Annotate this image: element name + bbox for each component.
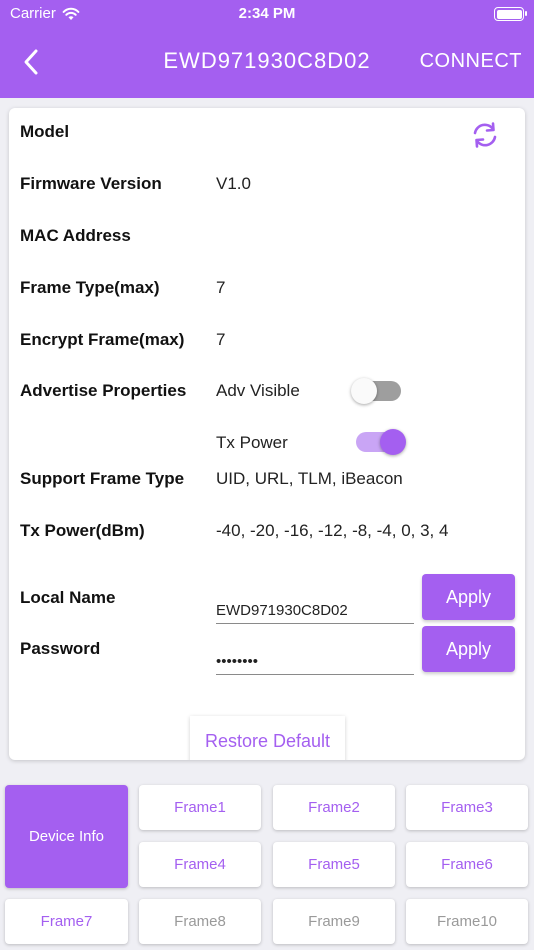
device-info-card: Model Firmware Version V1.0 MAC Address … <box>9 108 525 760</box>
tab-frame1[interactable]: Frame1 <box>139 785 261 830</box>
tab-frame6[interactable]: Frame6 <box>406 842 528 887</box>
support-frame-type-value: UID, URL, TLM, iBeacon <box>216 469 403 488</box>
refresh-icon[interactable] <box>471 122 499 148</box>
frame-type-value: 7 <box>216 278 226 297</box>
status-bar: Carrier 2:34 PM <box>0 0 534 28</box>
password-label: Password <box>20 639 101 658</box>
connect-button[interactable]: CONNECT <box>420 50 522 73</box>
local-name-input[interactable] <box>216 590 414 624</box>
device-title: EWD971930C8D02 <box>163 48 371 73</box>
encrypt-frame-label: Encrypt Frame(max) <box>20 330 185 349</box>
apply-password-button[interactable]: Apply <box>422 626 515 672</box>
firmware-label: Firmware Version <box>20 174 162 193</box>
adv-visible-toggle[interactable] <box>351 378 401 404</box>
mac-address-label: MAC Address <box>20 226 131 245</box>
tab-frame5[interactable]: Frame5 <box>273 842 395 887</box>
tab-frame2[interactable]: Frame2 <box>273 785 395 830</box>
encrypt-frame-value: 7 <box>216 330 226 349</box>
password-input[interactable] <box>216 641 414 675</box>
tab-frame9[interactable]: Frame9 <box>273 899 395 944</box>
tab-frame3[interactable]: Frame3 <box>406 785 528 830</box>
tab-frame10[interactable]: Frame10 <box>406 899 528 944</box>
tx-power-dbm-label: Tx Power(dBm) <box>20 521 145 540</box>
support-frame-type-label: Support Frame Type <box>20 469 185 488</box>
local-name-label: Local Name <box>20 588 116 607</box>
tx-power-toggle-label: Tx Power <box>216 433 288 452</box>
apply-local-name-button[interactable]: Apply <box>422 574 515 620</box>
frame-type-label: Frame Type(max) <box>20 278 160 297</box>
tx-power-toggle[interactable] <box>356 429 406 455</box>
status-time: 2:34 PM <box>238 5 296 22</box>
tx-power-dbm-value: -40, -20, -16, -12, -8, -4, 0, 3, 4 <box>216 521 449 540</box>
adv-visible-label: Adv Visible <box>216 381 300 400</box>
restore-default-button[interactable]: Restore Default <box>190 716 345 760</box>
battery-icon <box>494 7 527 21</box>
advertise-properties-label: Advertise Properties <box>20 381 187 400</box>
chevron-left-icon <box>24 49 38 75</box>
tab-frame4[interactable]: Frame4 <box>139 842 261 887</box>
tab-frame8[interactable]: Frame8 <box>139 899 261 944</box>
tab-frame7[interactable]: Frame7 <box>5 899 128 944</box>
tab-device-info[interactable]: Device Info <box>5 785 128 888</box>
app-header: Carrier 2:34 PM EWD971930C8D02 CONNECT <box>0 0 534 98</box>
back-button[interactable] <box>14 44 48 80</box>
firmware-value: V1.0 <box>216 174 251 193</box>
model-label: Model <box>20 122 70 141</box>
